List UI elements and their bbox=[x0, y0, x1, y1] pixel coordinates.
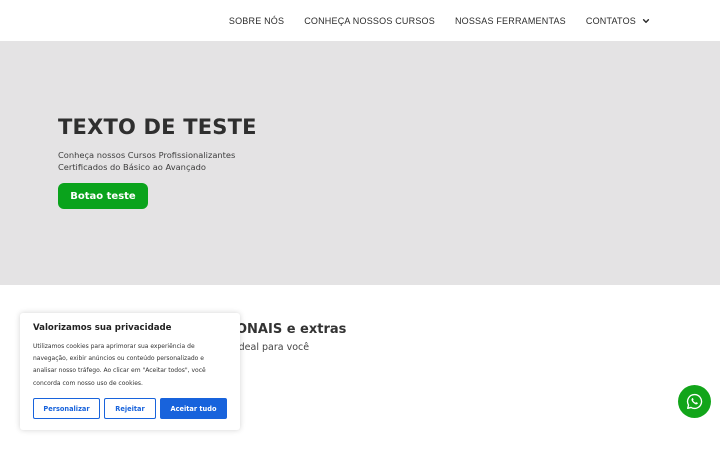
hero-section: TEXTO DE TESTE Conheça nossos Cursos Pro… bbox=[0, 41, 720, 285]
section-subtitle: ideal para você bbox=[236, 342, 310, 353]
whatsapp-icon bbox=[686, 393, 703, 410]
hero-subtitle-line: Certificados do Básico ao Avançado bbox=[58, 162, 206, 172]
cookie-description-line: Utilizamos cookies para aprimorar sua ex… bbox=[33, 343, 195, 350]
hero-subtitle-line: Conheça nossos Cursos Profissionalizante… bbox=[58, 150, 236, 160]
chevron-down-icon bbox=[642, 18, 650, 23]
main-nav: SOBRE NÓS CONHEÇA NOSSOS CURSOS NOSSAS F… bbox=[229, 0, 650, 41]
cookie-reject-button[interactable]: Rejeitar bbox=[104, 398, 156, 419]
site-header: SOBRE NÓS CONHEÇA NOSSOS CURSOS NOSSAS F… bbox=[0, 0, 720, 41]
nav-item-cursos[interactable]: CONHEÇA NOSSOS CURSOS bbox=[304, 16, 435, 26]
cookie-description-line: analisar nosso tráfego. Ao clicar em "Ac… bbox=[33, 367, 206, 375]
cookie-accept-all-button[interactable]: Aceitar tudo bbox=[160, 398, 227, 419]
cookie-description: Utilizamos cookies para aprimorar sua ex… bbox=[33, 341, 227, 390]
nav-item-contatos[interactable]: CONTATOS bbox=[586, 16, 650, 26]
hero-title: TEXTO DE TESTE bbox=[58, 115, 257, 139]
nav-item-contatos-label: CONTATOS bbox=[585, 15, 636, 26]
section-title: ONAIS e extras bbox=[236, 322, 347, 337]
cookie-description-line: navegação, exibir anúncios ou conteúdo p… bbox=[33, 355, 204, 363]
nav-item-sobre-nos[interactable]: SOBRE NÓS bbox=[229, 16, 284, 26]
cookie-customize-button[interactable]: Personalizar bbox=[33, 398, 100, 419]
cookie-consent-banner: Valorizamos sua privacidade Utilizamos c… bbox=[20, 313, 240, 430]
hero-test-button[interactable]: Botao teste bbox=[58, 183, 148, 209]
cookie-description-line: concorda com nosso uso de cookies. bbox=[33, 379, 143, 387]
hero-subtitle: Conheça nossos Cursos Profissionalizante… bbox=[58, 149, 258, 173]
cookie-actions: Personalizar Rejeitar Aceitar tudo bbox=[33, 398, 227, 419]
whatsapp-chat-button[interactable] bbox=[678, 385, 711, 418]
cookie-title: Valorizamos sua privacidade bbox=[33, 323, 172, 333]
nav-item-ferramentas[interactable]: NOSSAS FERRAMENTAS bbox=[455, 16, 566, 26]
